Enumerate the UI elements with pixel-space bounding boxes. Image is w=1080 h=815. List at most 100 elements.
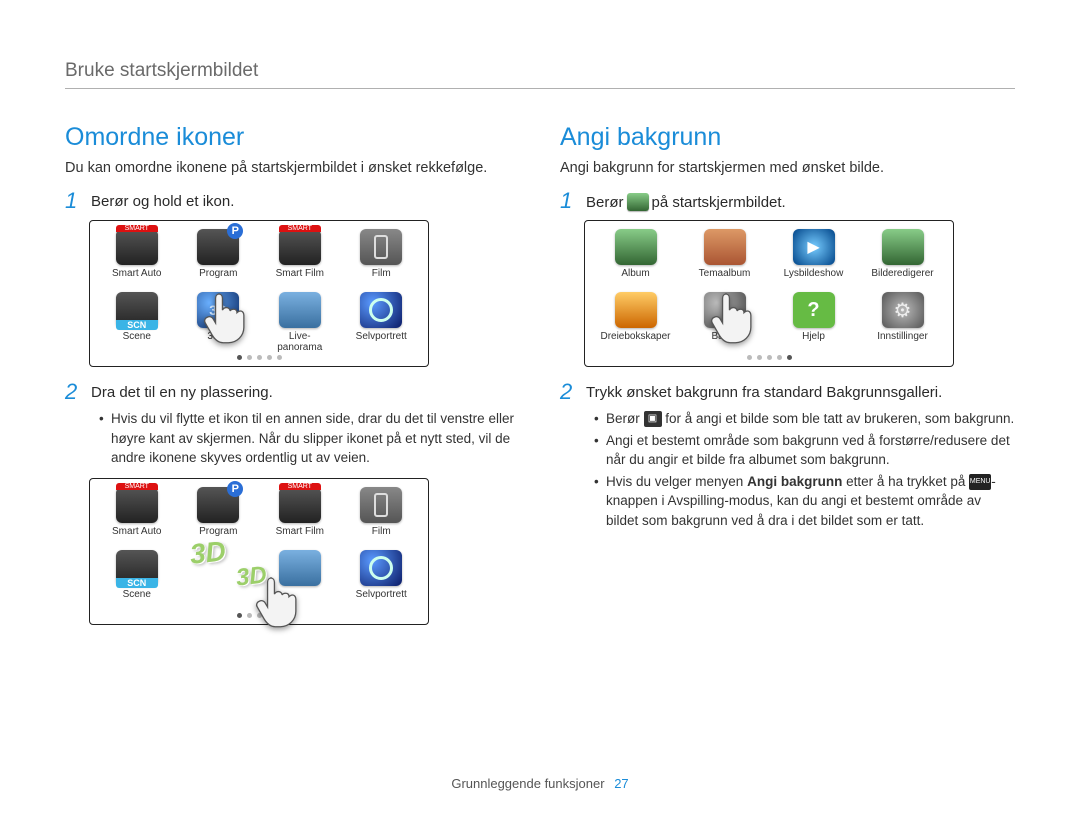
- smart-auto-icon: [116, 229, 158, 265]
- slideshow-icon: [793, 229, 835, 265]
- page-dots: [96, 355, 422, 360]
- panorama-icon: [279, 292, 321, 328]
- right-column: Angi bakgrunn Angi bakgrunn for startskj…: [560, 123, 1015, 639]
- bullet-item: Berør ▣ for å angi et bilde som ble tatt…: [594, 409, 1015, 429]
- left-intro: Du kan omordne ikonene på startskjermbil…: [65, 160, 520, 176]
- left-title: Omordne ikoner: [65, 123, 520, 152]
- bullet-item: Hvis du vil flytte et ikon til en annen …: [99, 409, 520, 468]
- storyboard-icon: [615, 292, 657, 328]
- left-column: Omordne ikoner Du kan omordne ikonene på…: [65, 123, 520, 639]
- app-scene: Scene: [97, 550, 177, 611]
- settings-icon: [882, 292, 924, 328]
- app-label: Bilderedigerer: [871, 268, 933, 290]
- bullet-text-after: for å angi et bilde som ble tatt av bruk…: [665, 411, 1014, 426]
- selfportrait-icon: [360, 550, 402, 586]
- background-app-icon: [627, 193, 649, 211]
- bullet-item: Angi et bestemt område som bakgrunn ved …: [594, 431, 1015, 470]
- app-program: Program: [178, 487, 258, 548]
- left-step-2: 2 Dra det til en ny plassering.: [65, 381, 520, 403]
- smart-film-icon: [279, 487, 321, 523]
- app-panorama: [260, 550, 340, 611]
- app-label: Bakgr: [711, 331, 737, 353]
- right-step-2: 2 Trykk ønsket bakgrunn fra standard Bak…: [560, 381, 1015, 403]
- app-dreiebokskaper: Dreiebokskaper: [596, 292, 676, 353]
- scene-icon: [116, 550, 158, 586]
- step-text-after: på startskjermbildet.: [652, 194, 786, 211]
- smart-film-icon: [279, 229, 321, 265]
- app-label: Film: [372, 268, 391, 290]
- film-icon: [360, 487, 402, 523]
- app-smart-film: Smart Film: [260, 229, 340, 290]
- bullet-item: Hvis du velger menyen Angi bakgrunn ette…: [594, 472, 1015, 531]
- film-icon: [360, 229, 402, 265]
- app-label: 3D-b: [207, 331, 229, 353]
- right-bullets: Berør ▣ for å angi et bilde som ble tatt…: [594, 409, 1015, 530]
- app-label: Smart Film: [276, 268, 324, 290]
- home-grid-2: Smart Auto Program Smart Film Film Scene…: [89, 478, 429, 625]
- app-label: Smart Auto: [112, 526, 161, 548]
- step-text: Dra det til en ny plassering.: [91, 381, 273, 401]
- app-label: Smart Film: [276, 526, 324, 548]
- bullet-text-before: Hvis du velger menyen: [606, 474, 743, 489]
- app-label: Program: [199, 526, 237, 548]
- app-smart-film: Smart Film: [260, 487, 340, 548]
- step-number: 2: [560, 381, 578, 403]
- app-label: Smart Auto: [112, 268, 161, 290]
- home-grid-right: Album Temaalbum Lysbildeshow Bilderedige…: [584, 220, 954, 367]
- app-label: Temaalbum: [699, 268, 751, 290]
- smart-auto-icon: [116, 487, 158, 523]
- app-empty: [178, 550, 258, 611]
- right-step-1: 1 Berør på startskjermbildet.: [560, 190, 1015, 212]
- app-hjelp: Hjelp: [774, 292, 854, 353]
- left-bullets: Hvis du vil flytte et ikon til en annen …: [99, 409, 520, 468]
- page-number: 27: [614, 776, 628, 791]
- bullet-text-before: Berør: [606, 411, 640, 426]
- app-smart-auto: Smart Auto: [97, 229, 177, 290]
- program-icon: [197, 229, 239, 265]
- app-film: Film: [341, 487, 421, 548]
- app-selfportrait: Selvportrett: [341, 550, 421, 611]
- app-label: Film: [372, 526, 391, 548]
- left-step-1: 1 Berør og hold et ikon.: [65, 190, 520, 212]
- app-label: Album: [621, 268, 649, 290]
- app-album: Album: [596, 229, 676, 290]
- right-intro: Angi bakgrunn for startskjermen med ønsk…: [560, 160, 1015, 176]
- content-columns: Omordne ikoner Du kan omordne ikonene på…: [65, 123, 1015, 639]
- app-temaalbum: Temaalbum: [685, 229, 765, 290]
- step-number: 1: [65, 190, 83, 212]
- step-text: Berør på startskjermbildet.: [586, 190, 786, 211]
- step-number: 1: [560, 190, 578, 212]
- photo-thumb-icon: ▣: [644, 411, 662, 427]
- step-text-before: Berør: [586, 194, 624, 211]
- photo-editor-icon: [882, 229, 924, 265]
- right-title: Angi bakgrunn: [560, 123, 1015, 152]
- threed-icon: [197, 292, 239, 328]
- app-label: Hjelp: [802, 331, 825, 353]
- theme-album-icon: [704, 229, 746, 265]
- app-innstillinger: Innstillinger: [863, 292, 943, 353]
- app-film: Film: [341, 229, 421, 290]
- app-program: Program: [178, 229, 258, 290]
- step-text: Trykk ønsket bakgrunn fra standard Bakgr…: [586, 381, 942, 401]
- help-icon: [793, 292, 835, 328]
- page-footer: Grunnleggende funksjoner 27: [0, 776, 1080, 791]
- app-scene: Scene: [97, 292, 177, 353]
- home-grid-1: Smart Auto Program Smart Film Film Scene…: [89, 220, 429, 367]
- bullet-text-mid: etter å ha trykket på: [846, 474, 965, 489]
- step-number: 2: [65, 381, 83, 403]
- app-lysbildeshow: Lysbildeshow: [774, 229, 854, 290]
- background-icon: [704, 292, 746, 328]
- app-label: Selvportrett: [356, 589, 407, 611]
- app-label: Scene: [123, 589, 151, 611]
- app-panorama: Live- panorama: [260, 292, 340, 353]
- app-label: Innstillinger: [877, 331, 928, 353]
- app-3d: 3D-b: [178, 292, 258, 353]
- album-icon: [615, 229, 657, 265]
- footer-text: Grunnleggende funksjoner: [451, 776, 604, 791]
- app-smart-auto: Smart Auto: [97, 487, 177, 548]
- scene-icon: [116, 292, 158, 328]
- program-icon: [197, 487, 239, 523]
- menu-button-icon: MENU: [969, 474, 991, 490]
- app-label: Lysbildeshow: [784, 268, 844, 290]
- bullet-bold: Angi bakgrunn: [747, 474, 842, 489]
